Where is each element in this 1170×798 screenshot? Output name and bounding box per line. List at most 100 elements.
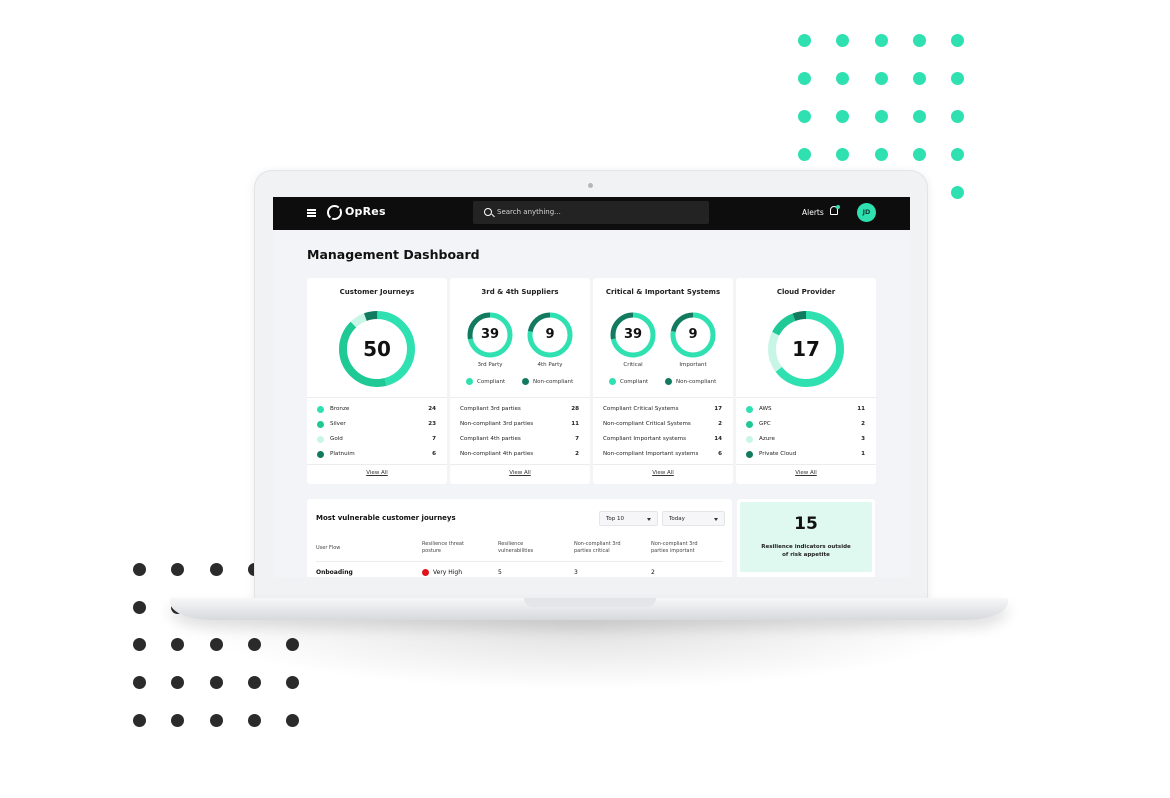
kpi-value: 15	[794, 514, 818, 534]
dark-dot	[171, 714, 184, 727]
teal-dot	[913, 34, 926, 47]
legend-compliant: Compliant	[466, 378, 505, 385]
teal-dot	[798, 148, 811, 161]
legend-non-compliant: Non-compliant	[522, 378, 573, 385]
teal-dot	[951, 110, 964, 123]
critical-label: Critical	[623, 362, 643, 368]
dark-dot	[210, 714, 223, 727]
dark-dot	[286, 714, 299, 727]
teal-dot	[951, 34, 964, 47]
list-item: Bronze 24	[316, 404, 438, 419]
fourth-party-label: 4th Party	[537, 362, 563, 368]
teal-dot	[798, 34, 811, 47]
customer-journeys-card: Customer Journeys 50 Bronze 24 Silver 23 G…	[307, 278, 447, 484]
avatar[interactable]: JD	[857, 203, 876, 222]
dark-dot	[133, 676, 146, 689]
card-title: Critical & Important Systems	[605, 288, 721, 296]
dark-dot	[248, 714, 261, 727]
list-item: Non-compliant 4th parties 2	[460, 451, 579, 457]
divider	[736, 464, 876, 465]
app-name: OpRes	[345, 205, 386, 218]
suppliers-card: 3rd & 4th Suppliers 39 3rd Party 9 4th P…	[450, 278, 590, 484]
table-cell-posture: Very High	[433, 569, 463, 576]
column-header: User Flow	[316, 545, 341, 551]
notification-dot	[836, 205, 840, 209]
list-item: Compliant 3rd parties 28	[460, 406, 579, 412]
top-bar: OpRes Search anything... Alerts JD	[273, 197, 910, 230]
dark-dot	[171, 676, 184, 689]
column-header: Resilience threat posture	[422, 541, 464, 554]
alerts-button[interactable]: Alerts	[802, 208, 824, 217]
critical-value: 39	[623, 327, 643, 342]
list-item: Compliant Critical Systems 17	[603, 406, 722, 412]
list-item: Compliant Important systems 14	[603, 436, 722, 442]
view-all-link[interactable]: View All	[593, 470, 733, 476]
search-input[interactable]: Search anything...	[473, 201, 709, 224]
cloud-provider-total: 17	[792, 337, 820, 361]
card-title: Cloud Provider	[776, 288, 836, 296]
laptop-notch	[524, 598, 656, 607]
divider	[316, 561, 723, 562]
table-cell-vulnerabilities: 5	[498, 569, 502, 576]
list-item: Silver 23	[316, 419, 438, 434]
teal-dot	[951, 148, 964, 161]
customer-journeys-total: 50	[363, 337, 391, 361]
laptop-base	[170, 598, 1008, 620]
teal-dot	[798, 110, 811, 123]
column-header: Non-compliant 3rd parties important	[651, 541, 698, 554]
table-cell-critical: 3	[574, 569, 578, 576]
important-value: 9	[688, 327, 698, 342]
teal-dot	[875, 148, 888, 161]
search-icon	[484, 208, 492, 216]
view-all-link[interactable]: View All	[307, 470, 447, 476]
suppliers-list: Compliant 3rd parties 28 Non-compliant 3r…	[459, 404, 581, 464]
view-all-link[interactable]: View All	[736, 470, 876, 476]
laptop-shadow	[190, 620, 970, 690]
teal-dot	[951, 186, 964, 199]
teal-dot	[836, 110, 849, 123]
fourth-party-value: 9	[545, 327, 555, 342]
dark-dot	[133, 563, 146, 576]
list-item: Private Cloud 1	[745, 449, 867, 464]
camera-icon	[588, 183, 593, 188]
card-title: Customer Journeys	[339, 288, 415, 296]
list-item: Gold 7	[316, 434, 438, 449]
table-cell-flow[interactable]: Onboading	[316, 569, 353, 576]
top-filter-select[interactable]: Top 10	[599, 511, 658, 526]
teal-dot	[951, 72, 964, 85]
menu-icon[interactable]	[307, 209, 316, 211]
teal-dot	[913, 148, 926, 161]
teal-dot	[875, 110, 888, 123]
dark-dot	[171, 638, 184, 651]
divider	[736, 397, 876, 398]
list-item: Platnuim 6	[316, 449, 438, 464]
divider	[450, 397, 590, 398]
legend-non-compliant: Non-compliant	[665, 378, 716, 385]
third-party-value: 39	[480, 327, 500, 342]
divider	[593, 464, 733, 465]
teal-dot	[798, 72, 811, 85]
teal-dot	[875, 34, 888, 47]
list-item: Non-compliant Important systems 6	[603, 451, 722, 457]
legend-compliant: Compliant	[609, 378, 648, 385]
opres-logo-icon	[327, 205, 342, 220]
vulnerable-journeys-panel: Most vulnerable customer journeys Top 10…	[307, 499, 732, 577]
laptop-screen: OpRes Search anything... Alerts JD Manag…	[273, 197, 910, 577]
kpi-highlight: 15 Resilience indicators outside of risk…	[740, 502, 872, 572]
list-item: Compliant 4th parties 7	[460, 436, 579, 442]
systems-card: Critical & Important Systems 39 Critical…	[593, 278, 733, 484]
cloud-provider-card: Cloud Provider 17 AWS 11 GPC 2 Azure 3 Priv…	[736, 278, 876, 484]
teal-dot	[913, 110, 926, 123]
view-all-link[interactable]: View All	[450, 470, 590, 476]
panel-title: Most vulnerable customer journeys	[316, 514, 456, 522]
cloud-provider-list: AWS 11 GPC 2 Azure 3 Private Cloud 1	[745, 404, 867, 464]
systems-list: Compliant Critical Systems 17 Non-complia…	[602, 404, 724, 464]
third-party-label: 3rd Party	[477, 362, 503, 368]
table-cell-important: 2	[651, 569, 655, 576]
column-header: Non-compliant 3rd parties critical	[574, 541, 621, 554]
divider	[450, 464, 590, 465]
customer-journeys-list: Bronze 24 Silver 23 Gold 7 Platnuim 6	[316, 404, 438, 464]
time-filter-select[interactable]: Today	[662, 511, 725, 526]
kpi-label: Resilience indicators outside of risk ap…	[761, 544, 851, 558]
dark-dot	[133, 714, 146, 727]
